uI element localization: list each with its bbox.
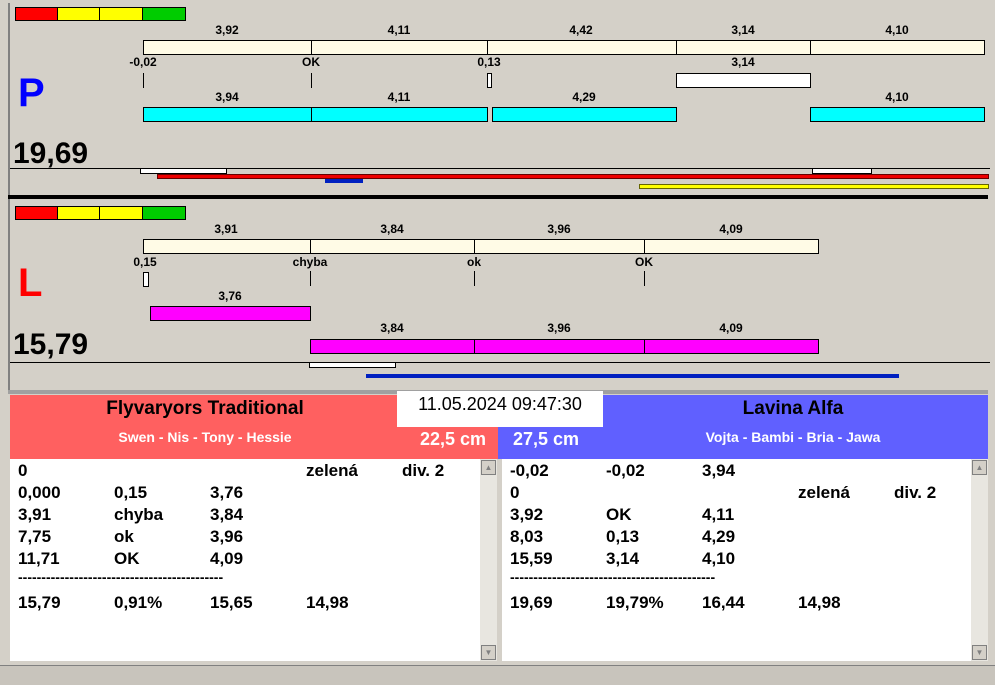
split-label: 0,15 (133, 255, 157, 269)
run-bar (810, 107, 985, 122)
timeline-white (309, 363, 396, 368)
run-label: 3,96 (547, 321, 571, 335)
panel-p: P 3,92 4,11 4,42 3,14 4,10 -0,02 OK 0,13… (8, 3, 990, 195)
signal-yellow (99, 206, 143, 220)
timeline-red (157, 174, 989, 179)
right-results-list[interactable]: -0,02 -0,02 3,94 0 zelená div. 2 3,92 OK 4,11 … (502, 459, 988, 661)
signal-yellow (99, 7, 143, 21)
run-label: 4,10 (885, 90, 909, 104)
run-label: 4,29 (572, 90, 596, 104)
run-bar (310, 339, 475, 354)
left-team-height: 22,5 cm (419, 429, 486, 449)
lap-bar (487, 40, 677, 55)
timeline-yellow (639, 184, 989, 189)
split-label: -0,02 (129, 55, 157, 69)
run-bar (474, 339, 645, 354)
right-team-height: 27,5 cm (513, 429, 580, 449)
split-box (143, 272, 149, 287)
total-time: 19,69 (13, 137, 89, 170)
status-strip (0, 665, 995, 685)
split-label: OK (302, 55, 320, 69)
scrollbar[interactable]: ▲ ▼ (971, 459, 988, 661)
lap-label: 3,14 (731, 23, 755, 37)
lap-bar (310, 239, 475, 254)
lap-label: 4,42 (569, 23, 593, 37)
total-time: 15,79 (13, 328, 89, 361)
right-team-members: Vojta - Bambi - Bria - Jawa (705, 429, 881, 445)
lap-bar (143, 239, 311, 254)
lap-label: 3,96 (547, 222, 571, 236)
left-team-members: Swen - Nis - Tony - Hessie (118, 429, 292, 445)
lap-label: 3,91 (214, 222, 238, 236)
lap-bar (810, 40, 985, 55)
split-box (676, 73, 811, 88)
lap-bar (676, 40, 811, 55)
run-label: 3,84 (380, 321, 404, 335)
datetime: 11.05.2024 09:47:30 (397, 391, 603, 427)
lap-label: 4,11 (387, 23, 411, 37)
signal-red (15, 206, 58, 220)
scroll-down-icon[interactable]: ▼ (481, 645, 496, 660)
split-label: chyba (292, 255, 328, 269)
run-bar (143, 107, 312, 122)
timeline-blue (366, 374, 899, 378)
timeline (10, 362, 990, 363)
lap-label: 3,84 (380, 222, 404, 236)
scroll-up-icon[interactable]: ▲ (481, 460, 496, 475)
lap-bar (311, 40, 488, 55)
split-label: 3,14 (731, 55, 755, 69)
split-label: OK (635, 255, 653, 269)
run-label: 4,09 (719, 321, 743, 335)
lap-label: 4,09 (719, 222, 743, 236)
tick (474, 271, 475, 286)
lap-bar (644, 239, 819, 254)
tick (311, 73, 312, 88)
run-label: 3,76 (218, 289, 242, 303)
panel-l: L 3,91 3,84 3,96 4,09 0,15 chyba ok OK 3… (8, 199, 990, 390)
lap-bar (143, 40, 312, 55)
run-label: 3,94 (215, 90, 239, 104)
run-bar (150, 306, 311, 321)
left-team-name: Flyvaryors Traditional (106, 398, 304, 419)
signal-red (15, 7, 58, 21)
run-bar (492, 107, 677, 122)
signal-green (142, 206, 186, 220)
tick (644, 271, 645, 286)
run-bar (311, 107, 488, 122)
signal-yellow (57, 206, 100, 220)
lap-label: 3,92 (215, 23, 239, 37)
signal-yellow (57, 7, 100, 21)
side-label-p: P (18, 71, 45, 115)
run-bar (644, 339, 819, 354)
split-label: 0,13 (477, 55, 501, 69)
tick (310, 271, 311, 286)
left-results-list[interactable]: 0 zelená div. 2 0,000 0,15 3,76 3,91 chyba 3,8… (10, 459, 497, 661)
right-team-name: Lavina Alfa (742, 398, 844, 419)
run-label: 4,11 (387, 90, 411, 104)
tick (143, 73, 144, 88)
lap-label: 4,10 (885, 23, 909, 37)
scroll-down-icon[interactable]: ▼ (972, 645, 987, 660)
split-label: ok (466, 255, 482, 269)
scroll-up-icon[interactable]: ▲ (972, 460, 987, 475)
scrollbar[interactable]: ▲ ▼ (480, 459, 497, 661)
timeline-blue (325, 179, 363, 183)
split-box (487, 73, 492, 88)
signal-green (142, 7, 186, 21)
lap-bar (474, 239, 645, 254)
side-label-l: L (18, 261, 43, 305)
